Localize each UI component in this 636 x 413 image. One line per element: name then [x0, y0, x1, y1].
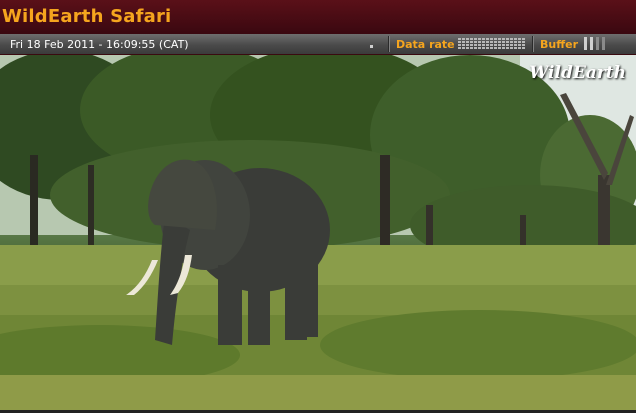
data-rate-cell — [514, 44, 517, 46]
data-rate-cell — [458, 44, 461, 46]
data-rate-cell — [502, 44, 505, 46]
data-rate-cell — [458, 38, 461, 40]
status-bar: Fri 18 Feb 2011 - 16:09:55 (CAT) Data ra… — [0, 34, 636, 54]
data-rate-cell — [510, 41, 513, 43]
data-rate-cell — [506, 41, 509, 43]
data-rate-cell — [466, 41, 469, 43]
window-title: WildEarth Safari — [2, 6, 172, 27]
data-rate-cell — [506, 47, 509, 49]
data-rate-cell — [474, 44, 477, 46]
video-player[interactable]: WildEarth — [0, 55, 636, 410]
data-rate-cell — [470, 44, 473, 46]
data-rate-cell — [490, 38, 493, 40]
data-rate-cell — [482, 38, 485, 40]
data-rate-cell — [514, 41, 517, 43]
data-rate-cell — [474, 47, 477, 49]
data-rate-cell — [510, 44, 513, 46]
data-rate-cell — [482, 47, 485, 49]
data-rate-cell — [474, 41, 477, 43]
data-rate-cell — [462, 38, 465, 40]
data-rate-cell — [522, 44, 525, 46]
wildearth-watermark-logo: WildEarth — [529, 63, 626, 83]
data-rate-cell — [502, 47, 505, 49]
data-rate-cell — [494, 47, 497, 49]
data-rate-cell — [482, 41, 485, 43]
buffer-label: Buffer — [540, 38, 579, 51]
data-rate-cell — [470, 41, 473, 43]
data-rate-cell — [502, 38, 505, 40]
data-rate-cell — [518, 38, 521, 40]
data-rate-cell — [518, 44, 521, 46]
data-rate-cell — [486, 41, 489, 43]
video-frame — [0, 55, 636, 410]
data-rate-cell — [510, 38, 513, 40]
data-rate-cell — [522, 38, 525, 40]
data-rate-cell — [462, 44, 465, 46]
data-rate-cell — [466, 47, 469, 49]
data-rate-cell — [522, 41, 525, 43]
data-rate-cell — [498, 41, 501, 43]
data-rate-cell — [510, 47, 513, 49]
data-rate-cell — [486, 47, 489, 49]
data-rate-cell — [462, 41, 465, 43]
data-rate-meter — [458, 38, 525, 49]
data-rate-cell — [466, 38, 469, 40]
status-indicator-dot — [370, 45, 373, 48]
data-rate-cell — [522, 47, 525, 49]
data-rate-cell — [486, 38, 489, 40]
data-rate-cell — [482, 44, 485, 46]
data-rate-cell — [494, 38, 497, 40]
data-rate-cell — [518, 41, 521, 43]
data-rate-cell — [494, 44, 497, 46]
data-rate-cell — [466, 44, 469, 46]
data-rate-cell — [498, 47, 501, 49]
data-rate-cell — [498, 38, 501, 40]
data-rate-cell — [514, 38, 517, 40]
data-rate-cell — [506, 44, 509, 46]
data-rate-cell — [458, 47, 461, 49]
data-rate-cell — [518, 47, 521, 49]
buffer-bar — [590, 37, 593, 50]
data-rate-cell — [462, 47, 465, 49]
divider — [388, 36, 389, 52]
buffer-bar — [602, 37, 605, 50]
data-rate-cell — [478, 44, 481, 46]
data-rate-cell — [486, 44, 489, 46]
data-rate-cell — [494, 41, 497, 43]
buffer-bar — [596, 37, 599, 50]
data-rate-cell — [470, 47, 473, 49]
data-rate-cell — [474, 38, 477, 40]
data-rate-label: Data rate — [396, 38, 455, 51]
data-rate-cell — [490, 44, 493, 46]
data-rate-cell — [478, 38, 481, 40]
data-rate-cell — [490, 47, 493, 49]
buffer-bar — [584, 37, 587, 50]
divider — [532, 36, 533, 52]
data-rate-cell — [458, 41, 461, 43]
data-rate-cell — [470, 38, 473, 40]
timestamp: Fri 18 Feb 2011 - 16:09:55 (CAT) — [10, 38, 189, 51]
data-rate-cell — [514, 47, 517, 49]
data-rate-cell — [506, 38, 509, 40]
data-rate-cell — [498, 44, 501, 46]
data-rate-cell — [478, 47, 481, 49]
data-rate-cell — [478, 41, 481, 43]
data-rate-cell — [490, 41, 493, 43]
buffer-meter — [584, 37, 605, 50]
title-bar: WildEarth Safari — [0, 0, 636, 34]
data-rate-cell — [502, 41, 505, 43]
